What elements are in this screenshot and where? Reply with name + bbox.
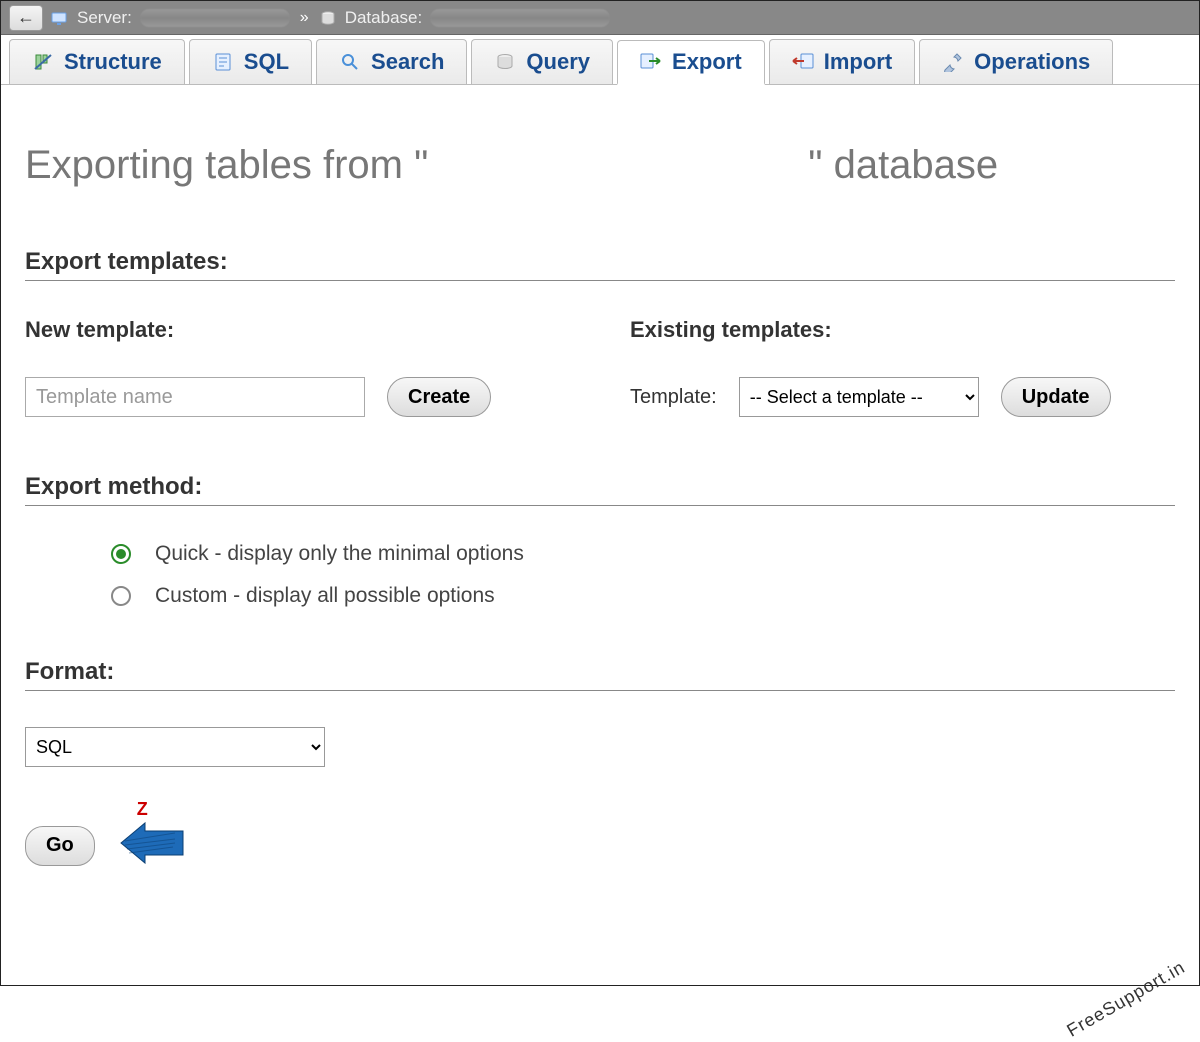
template-label: Template:	[630, 386, 717, 409]
radio-custom[interactable]	[111, 586, 131, 606]
back-button[interactable]: ←	[9, 5, 43, 31]
watermark: FreeSupport.in	[1063, 957, 1189, 1042]
operations-icon	[942, 51, 964, 73]
existing-templates-heading: Existing templates:	[630, 317, 1175, 343]
export-icon	[640, 51, 662, 73]
structure-icon	[32, 51, 54, 73]
main-content: Exporting tables from " " database Export…	[1, 85, 1199, 870]
back-arrow-icon: ←	[17, 7, 35, 28]
tab-label: Operations	[974, 49, 1090, 75]
annotation-arrow: Z	[115, 821, 187, 870]
radio-quick-row[interactable]: Quick - display only the minimal options	[111, 542, 1175, 566]
go-button[interactable]: Go	[25, 826, 95, 866]
page-title: Exporting tables from " " database	[25, 143, 1175, 188]
annotation-letter: Z	[137, 799, 148, 820]
tab-label: Structure	[64, 49, 162, 75]
tab-structure[interactable]: Structure	[9, 39, 185, 84]
breadcrumb-server-value-redacted	[140, 9, 290, 27]
radio-custom-label: Custom - display all possible options	[155, 584, 495, 608]
template-name-input[interactable]	[25, 377, 365, 417]
tab-import[interactable]: Import	[769, 39, 915, 84]
breadcrumb-bar: ← Server: » Database:	[1, 1, 1199, 35]
export-method-group: Quick - display only the minimal options…	[111, 542, 1175, 608]
template-select[interactable]: -- Select a template --	[739, 377, 979, 417]
radio-quick-label: Quick - display only the minimal options	[155, 542, 524, 566]
export-templates-heading: Export templates:	[25, 248, 1175, 281]
radio-quick[interactable]	[111, 544, 131, 564]
tab-label: Search	[371, 49, 444, 75]
export-method-heading: Export method:	[25, 473, 1175, 506]
tab-label: Import	[824, 49, 892, 75]
search-icon	[339, 51, 361, 73]
database-icon	[319, 9, 337, 27]
server-icon	[51, 9, 69, 27]
page-title-prefix: Exporting tables from "	[25, 143, 428, 187]
radio-custom-row[interactable]: Custom - display all possible options	[111, 584, 1175, 608]
tab-sql[interactable]: SQL	[189, 39, 312, 84]
tab-label: Query	[526, 49, 590, 75]
create-button[interactable]: Create	[387, 377, 491, 417]
update-button[interactable]: Update	[1001, 377, 1111, 417]
tab-label: SQL	[244, 49, 289, 75]
import-icon	[792, 51, 814, 73]
breadcrumb-database-value-redacted	[430, 9, 610, 27]
new-template-heading: New template:	[25, 317, 570, 343]
tab-export[interactable]: Export	[617, 40, 765, 85]
tab-search[interactable]: Search	[316, 39, 467, 84]
templates-row: New template: Create Existing templates:…	[25, 317, 1175, 417]
query-icon	[494, 51, 516, 73]
tab-query[interactable]: Query	[471, 39, 613, 84]
tab-operations[interactable]: Operations	[919, 39, 1113, 84]
breadcrumb-server-label[interactable]: Server:	[77, 8, 132, 28]
breadcrumb-separator: »	[298, 9, 311, 27]
format-select[interactable]: SQL	[25, 727, 325, 767]
format-heading: Format:	[25, 658, 1175, 691]
tab-bar: Structure SQL Search Query Export Import…	[1, 35, 1199, 85]
tab-label: Export	[672, 49, 742, 75]
page-title-suffix: " database	[808, 143, 998, 187]
breadcrumb-database-label[interactable]: Database:	[345, 8, 423, 28]
sql-icon	[212, 51, 234, 73]
